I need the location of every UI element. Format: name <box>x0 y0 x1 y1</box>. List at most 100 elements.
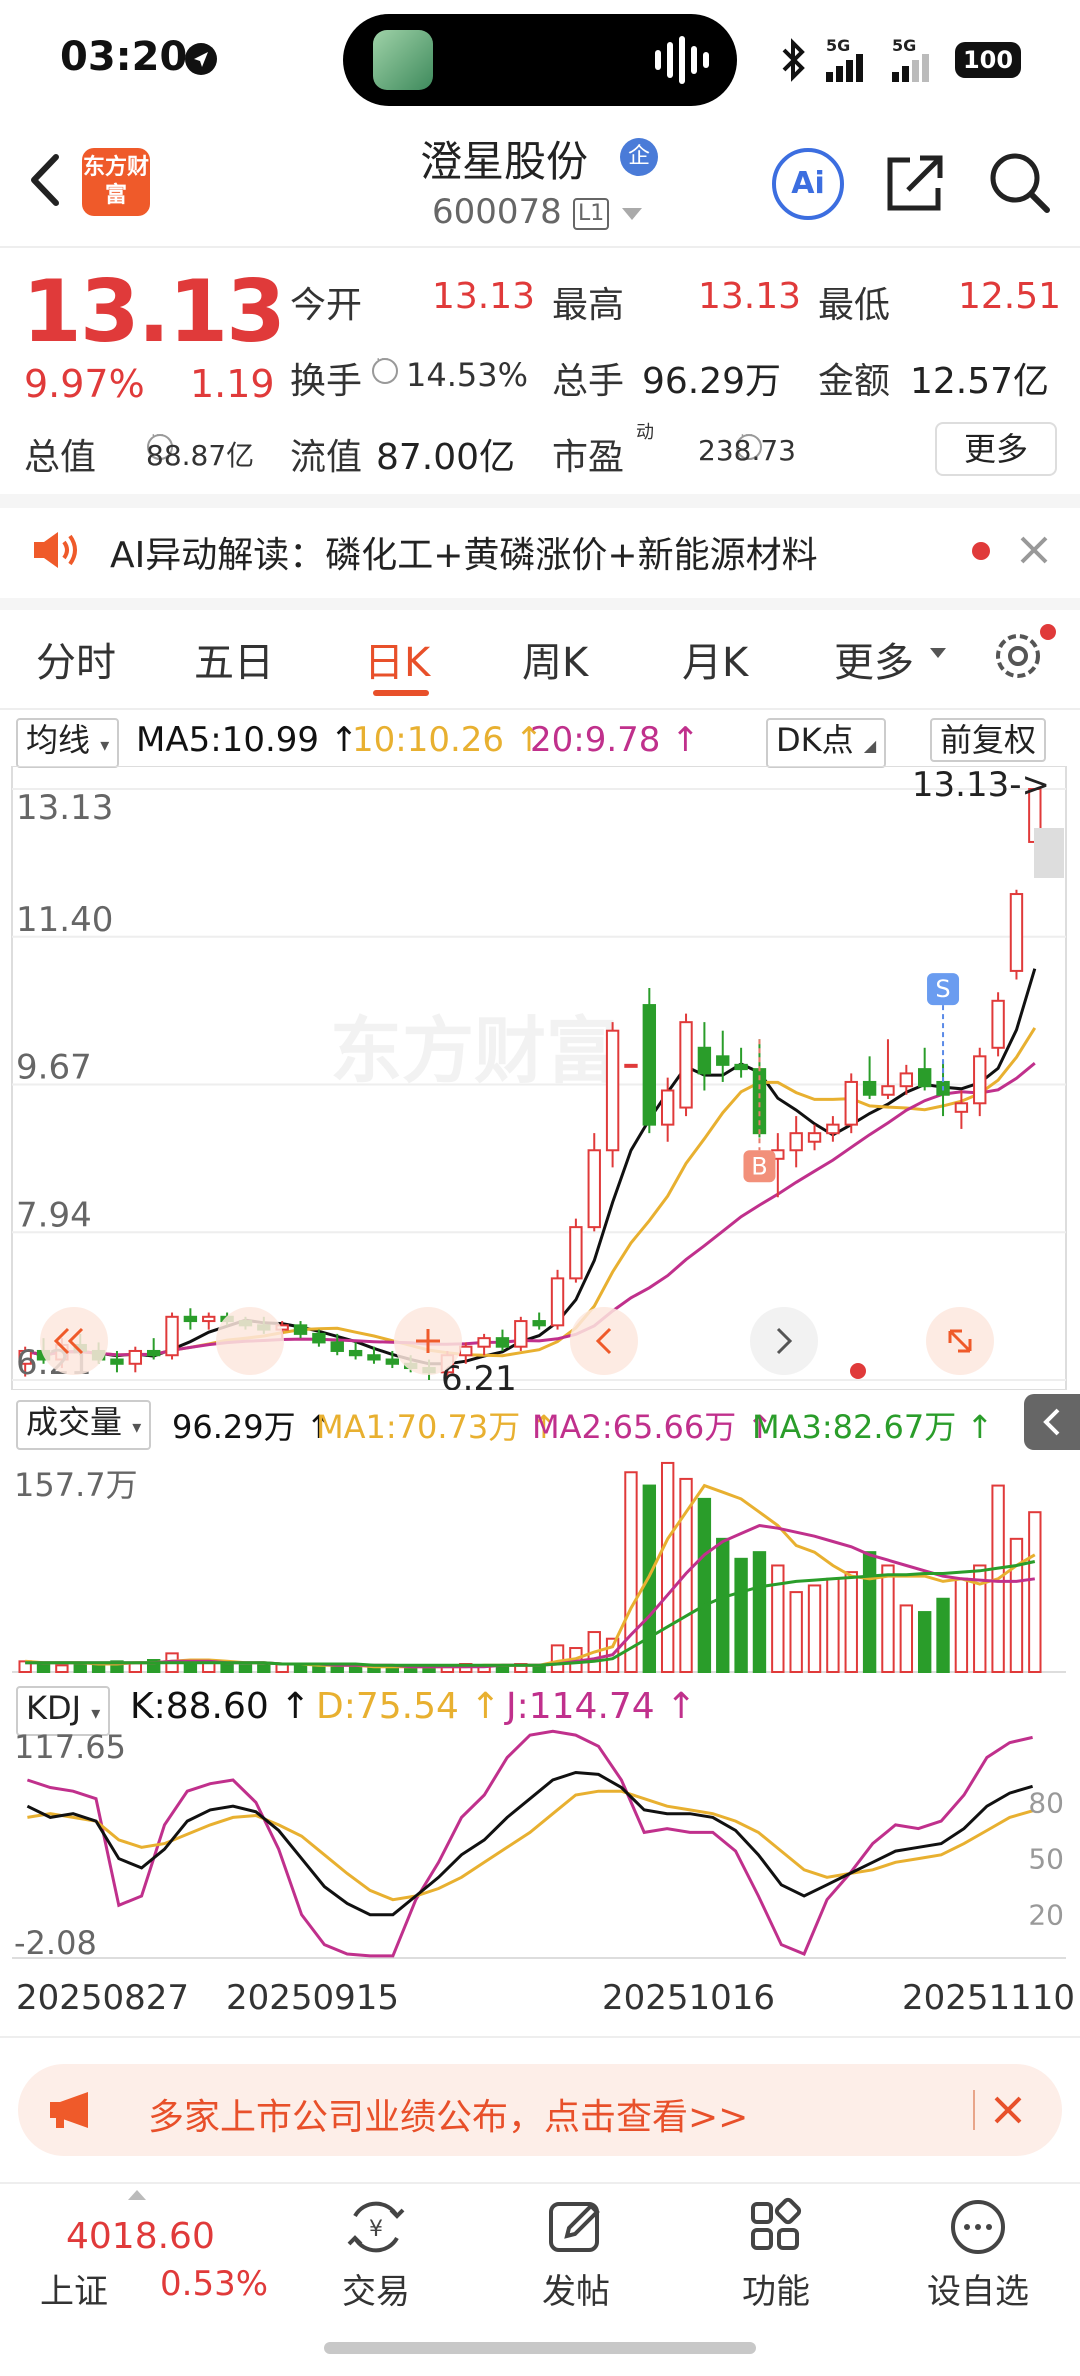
candle-body <box>679 1021 693 1109</box>
collapse-button[interactable] <box>1024 1394 1080 1450</box>
volume-ma2-legend: MA2:65.66万 ↑ <box>532 1408 774 1446</box>
nav-functions[interactable]: 功能 <box>716 2196 836 2313</box>
candle-body <box>495 1337 510 1348</box>
ma-select-label: 均线 <box>26 721 91 759</box>
more-button[interactable]: 更多 <box>935 422 1057 476</box>
volume-label: 总手 <box>552 361 625 402</box>
candle-body <box>312 1332 326 1344</box>
volume-bar <box>238 1664 253 1673</box>
candle-body <box>202 1315 216 1323</box>
chart-nav-button[interactable] <box>40 1307 108 1375</box>
candle-body <box>348 1349 363 1357</box>
open-value: 13.13 <box>432 276 536 317</box>
candlestick-chart[interactable]: 东方财富 13.1311.409.677.946.21 13.13->6.21B… <box>0 766 1080 1390</box>
nav-add-watchlist[interactable]: 设自选 <box>918 2196 1038 2313</box>
tab-intraday[interactable]: 分时 <box>36 630 116 688</box>
kdj-d-line <box>27 1789 1034 1902</box>
y-tick-label: 11.40 <box>16 900 113 940</box>
volume-select[interactable]: 成交量 ▾ <box>16 1400 152 1450</box>
kdj-ref-label: 20 <box>1028 1899 1064 1932</box>
volume-bar <box>734 1557 748 1673</box>
volume-bar <box>697 1497 712 1674</box>
candle-body <box>587 1149 601 1229</box>
kdj-chart[interactable]: 117.65 -2.08 80 50 20 <box>0 1722 1080 1968</box>
volume-bar <box>624 1471 638 1673</box>
notice-text[interactable]: 多家上市公司业绩公布，点击查看>> <box>148 2088 748 2140</box>
svg-text:¥: ¥ <box>369 2217 383 2242</box>
kdj-ref-label: 80 <box>1028 1786 1064 1819</box>
change-amount: 1.19 <box>190 362 275 406</box>
candle-body <box>367 1354 381 1361</box>
pe-label: 市盈 <box>552 437 625 478</box>
ai-banner-text[interactable]: AI异动解读：磷化工+黄磷涨价+新能源材料 <box>110 526 818 578</box>
tab-five-day[interactable]: 五日 <box>194 630 274 688</box>
ma-select[interactable]: 均线 ▾ <box>16 718 120 768</box>
nav-watchlist-label: 设自选 <box>927 2272 1029 2312</box>
tab-daily-k[interactable]: 日K <box>364 630 430 688</box>
volume-bar <box>899 1604 914 1673</box>
gear-icon[interactable] <box>990 628 1046 684</box>
candle-body <box>165 1315 179 1357</box>
candle-body <box>550 1277 565 1327</box>
ai-button[interactable]: Ai <box>772 148 844 220</box>
stock-name[interactable]: 澄星股份 <box>420 128 588 189</box>
back-icon[interactable] <box>20 145 70 215</box>
volume-bar <box>881 1564 895 1673</box>
sell-marker-label: S <box>935 975 950 1003</box>
close-icon[interactable] <box>1016 532 1052 568</box>
volume-bar <box>936 1597 950 1673</box>
nav-trade[interactable]: ¥ 交易 <box>316 2196 436 2313</box>
volume-bar <box>1009 1537 1024 1673</box>
buy-marker-label: B <box>751 1152 767 1180</box>
volume-bar <box>348 1665 363 1674</box>
volume-bar <box>807 1584 822 1674</box>
candle-body <box>697 1046 712 1075</box>
pe-superscript: 动 <box>636 422 654 443</box>
tab-more[interactable]: 更多 <box>834 630 914 688</box>
tab-weekly-k[interactable]: 周K <box>522 630 588 688</box>
chevron-down-icon[interactable] <box>930 648 946 658</box>
volume-legend-value: 96.29万 ↑ <box>172 1408 333 1446</box>
chart-nav-button[interactable] <box>750 1307 818 1375</box>
adjust-select[interactable]: 前复权 <box>930 718 1047 762</box>
chart-nav-button[interactable] <box>216 1307 284 1375</box>
index-name[interactable]: 上证 <box>40 2264 108 2313</box>
index-value[interactable]: 4018.60 <box>66 2216 215 2257</box>
status-time: 03:20 <box>60 34 188 80</box>
y-tick-label: 7.94 <box>16 1195 92 1235</box>
last-price: 13.13 <box>22 262 286 362</box>
candle-body <box>1009 893 1024 972</box>
chart-nav-button[interactable] <box>570 1307 638 1375</box>
search-icon[interactable] <box>985 148 1055 218</box>
close-icon[interactable] <box>990 2092 1026 2128</box>
ma5-legend: MA5:10.99 ↑ <box>136 720 359 760</box>
chevron-down-icon[interactable] <box>622 208 642 220</box>
dk-point-label: DK点 <box>776 721 854 759</box>
nav-trade-label: 交易 <box>342 2272 410 2312</box>
post-icon <box>549 2202 600 2252</box>
candle-body <box>128 1349 143 1365</box>
watermark: 东方财富 <box>330 1009 618 1093</box>
float-label: 流值 <box>290 437 363 478</box>
high-label: 最高 <box>552 285 625 326</box>
info-icon[interactable] <box>372 352 398 384</box>
x-axis-date: 20250915 <box>226 1978 400 2018</box>
nav-post[interactable]: 发帖 <box>516 2196 636 2313</box>
volume-ma1-legend: MA1:70.73万 ↑ <box>316 1408 558 1446</box>
volume-bar <box>789 1591 803 1673</box>
volume-chart[interactable]: 157.7万 <box>0 1452 1080 1678</box>
megaphone-icon <box>50 2092 88 2128</box>
candle-body <box>991 999 1005 1049</box>
share-icon[interactable] <box>880 148 950 218</box>
stock-code[interactable]: 600078 <box>432 192 562 232</box>
kdj-ref-label: 50 <box>1028 1843 1064 1876</box>
island-thumbnail <box>373 30 433 90</box>
unread-dot <box>972 542 990 560</box>
dk-point-select[interactable]: DK点 ◢ <box>766 718 887 768</box>
volume-bar <box>954 1577 969 1673</box>
section-divider <box>0 708 1080 710</box>
speaker-icon <box>34 532 77 568</box>
tab-monthly-k[interactable]: 月K <box>682 630 748 688</box>
high-value: 13.13 <box>698 276 802 317</box>
index-change[interactable]: 0.53% <box>160 2264 268 2304</box>
